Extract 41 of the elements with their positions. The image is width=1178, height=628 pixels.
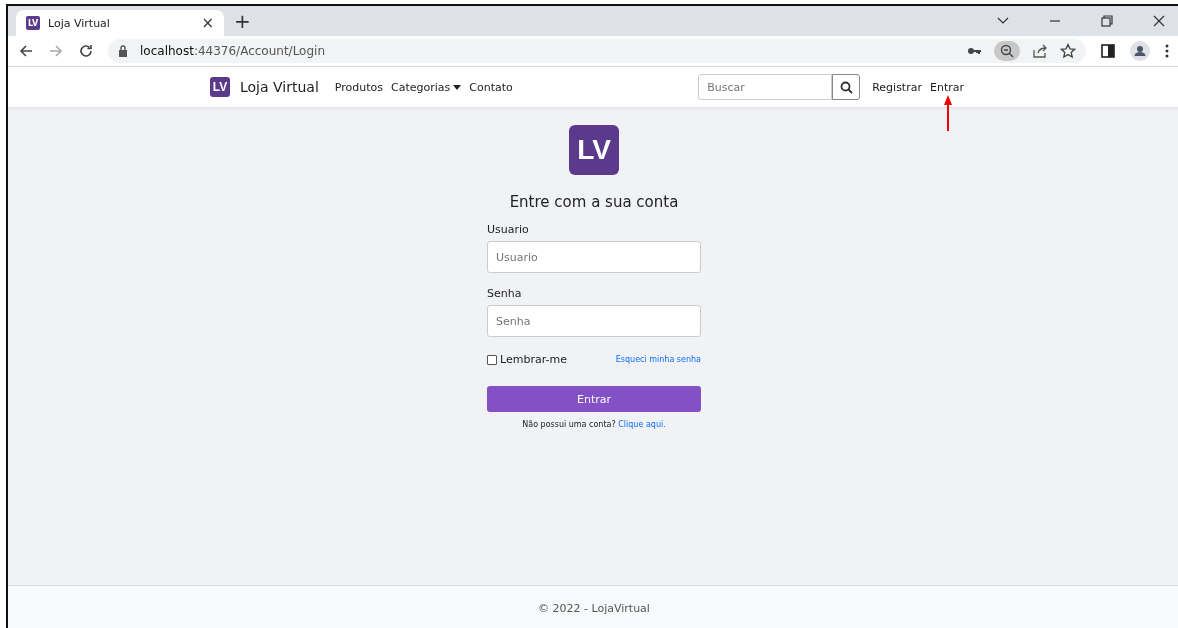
search-button[interactable] <box>832 74 861 100</box>
reload-icon[interactable] <box>78 43 94 59</box>
star-icon[interactable] <box>1060 43 1076 59</box>
nav-link[interactable]: Produtos <box>334 80 383 94</box>
browser-tab[interactable]: LV Loja Virtual × <box>16 10 224 36</box>
nav-link[interactable]: Categorias <box>391 80 462 94</box>
close-icon[interactable] <box>1152 14 1166 28</box>
signup-link[interactable]: Clique aqui. <box>618 420 666 429</box>
login-heading: Entre com a sua conta <box>509 193 679 211</box>
brand-logo[interactable]: LV <box>210 77 230 97</box>
footer-text: © 2022 - LojaVirtual <box>538 601 650 615</box>
address-bar[interactable]: localhost:44376/Account/Login <box>108 39 1086 63</box>
logo: LV <box>569 125 619 175</box>
zoom-button[interactable] <box>994 41 1020 61</box>
menu-icon[interactable] <box>1164 43 1170 59</box>
signup-text: Não possui uma conta? Clique aqui. <box>521 420 667 429</box>
nav-link[interactable]: Contato <box>469 80 513 94</box>
tab-favicon: LV <box>26 16 40 30</box>
tab-title: Loja Virtual <box>48 16 111 30</box>
search-field[interactable]: Buscar <box>698 74 833 100</box>
url-text: localhost:44376/Account/Login <box>140 44 325 58</box>
profile-icon[interactable] <box>1130 41 1150 61</box>
remember-checkbox[interactable]: Lembrar-me <box>487 353 567 366</box>
close-tab-button[interactable]: × <box>201 14 214 32</box>
new-tab-button[interactable]: + <box>234 9 251 33</box>
forgot-password-link[interactable]: Esqueci minha senha <box>615 355 701 364</box>
brand-link[interactable]: Loja Virtual <box>240 79 319 95</box>
search-icon <box>839 80 853 94</box>
share-icon[interactable] <box>1032 43 1048 59</box>
back-icon[interactable] <box>18 43 34 59</box>
field-label: Usuario <box>487 223 530 236</box>
nav-link[interactable]: Entrar <box>929 80 964 94</box>
annotation-arrow <box>943 95 953 131</box>
login-button[interactable]: Entrar <box>487 386 701 412</box>
input-field[interactable]: Usuario <box>487 241 701 273</box>
nav-link[interactable]: Registrar <box>872 80 922 94</box>
restore-icon[interactable] <box>1100 14 1114 28</box>
side-panel-icon[interactable] <box>1100 43 1116 59</box>
lock-icon <box>118 45 128 57</box>
field-label: Senha <box>487 287 523 300</box>
input-field[interactable]: Senha <box>487 305 701 337</box>
